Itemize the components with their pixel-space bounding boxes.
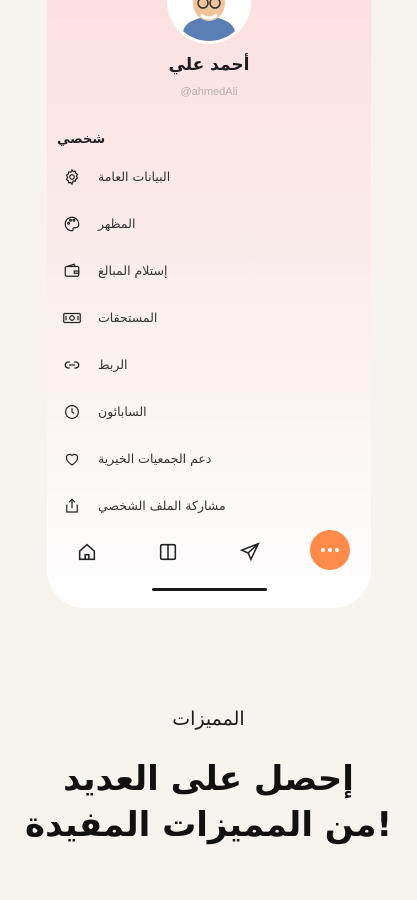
- bottom-tab-bar: [47, 530, 371, 574]
- menu-item-label: المظهر: [98, 216, 136, 231]
- menu-item-label: مشاركة الملف الشخصي: [98, 498, 226, 513]
- send-icon[interactable]: [238, 540, 262, 564]
- menu-item-label: الربط: [98, 357, 128, 372]
- menu-item-links[interactable]: الربط: [47, 341, 371, 388]
- feature-caption: المميزات: [172, 708, 245, 730]
- section-title: شخصي: [57, 132, 106, 147]
- menu-item-earnings[interactable]: المستحقات: [47, 294, 371, 341]
- wallet-icon: [62, 261, 82, 281]
- home-indicator: [152, 588, 267, 591]
- menu-item-appearance[interactable]: المظهر: [47, 200, 371, 247]
- profile-handle: @ahmedAli: [180, 86, 238, 98]
- link-icon: [62, 355, 82, 375]
- headline-line-1: إحصل على العديد: [63, 759, 354, 799]
- profile-name: أحمد علي: [168, 55, 250, 75]
- heart-icon: [62, 449, 82, 469]
- gear-icon: [62, 167, 82, 187]
- menu-item-label: دعم الجمعيات الخيرية: [98, 451, 212, 466]
- menu-item-label: المستحقات: [98, 310, 158, 325]
- menu-item-general[interactable]: البيانات العامة: [47, 153, 371, 200]
- menu-item-label: البيانات العامة: [98, 169, 171, 184]
- menu-item-payouts[interactable]: إستلام المبالغ: [47, 247, 371, 294]
- clock-icon: [62, 402, 82, 422]
- menu-item-history[interactable]: السابائون: [47, 388, 371, 435]
- headline-line-2: من المميزات المفيدة!: [25, 805, 392, 845]
- menu-item-charity[interactable]: دعم الجمعيات الخيرية: [47, 435, 371, 482]
- more-icon: [321, 548, 325, 552]
- cash-icon: [62, 308, 82, 328]
- home-icon[interactable]: [75, 540, 99, 564]
- feature-headline: إحصل على العديد من المميزات المفيدة!: [0, 756, 417, 848]
- more-button[interactable]: [310, 530, 350, 570]
- palette-icon: [62, 214, 82, 234]
- menu-item-share-profile[interactable]: مشاركة الملف الشخصي: [47, 482, 371, 529]
- columns-icon[interactable]: [156, 540, 180, 564]
- share-icon: [62, 496, 82, 516]
- menu-item-label: إستلام المبالغ: [98, 263, 168, 278]
- menu-item-label: السابائون: [98, 404, 147, 419]
- phone-mockup: أحمد علي @ahmedAli شخصي البيانات العامة …: [47, 0, 371, 608]
- avatar[interactable]: [167, 0, 251, 44]
